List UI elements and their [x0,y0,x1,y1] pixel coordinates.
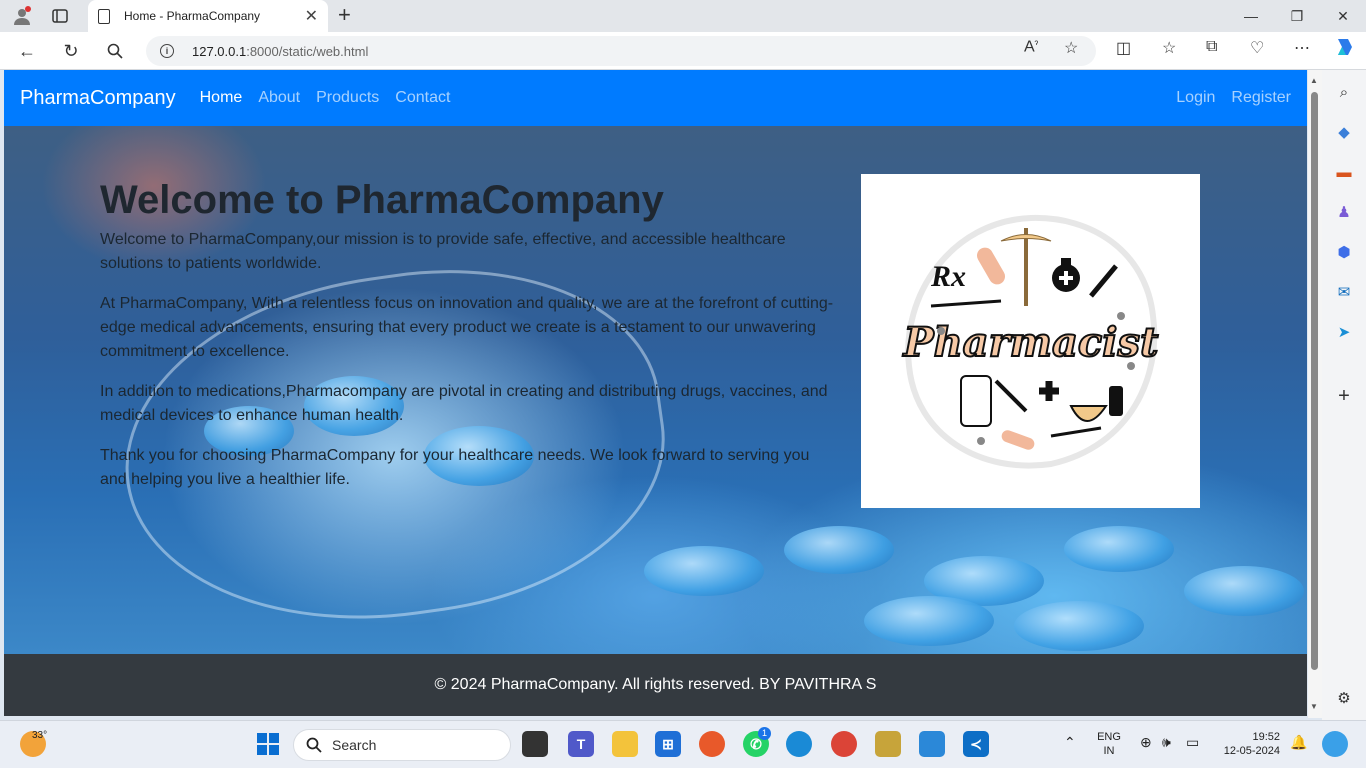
pill-decoration [1014,601,1144,651]
hero-paragraph: Welcome to PharmaCompany,our mission is … [100,231,786,272]
start-icon[interactable] [255,731,281,757]
nav-register[interactable]: Register [1231,89,1291,107]
pill-decoration [784,526,894,574]
page-scrollbar[interactable]: ▲ ▼ [1308,70,1322,718]
read-aloud-icon[interactable]: Aɂ [1024,38,1038,56]
browser-tab-bar: Home - PharmaCompany ✕ + — ❐ ✕ [0,0,1366,32]
nav-login[interactable]: Login [1176,89,1215,107]
browser-tab[interactable]: Home - PharmaCompany ✕ [88,0,328,32]
notification-badge: 1 [758,727,771,740]
more-menu-icon[interactable]: ⋯ [1294,38,1310,58]
pill-decoration [1184,566,1304,616]
favorites-icon[interactable]: ☆ [1162,38,1176,58]
taskbar-search[interactable]: Search [293,729,511,761]
page-icon [98,8,110,24]
site-footer: © 2024 PharmaCompany. All rights reserve… [4,654,1307,716]
language-indicator[interactable]: ENG IN [1096,730,1122,758]
scroll-up-icon[interactable]: ▲ [1310,76,1318,85]
hero-text: Welcome to PharmaCompany Welcome to Phar… [100,176,840,508]
file-explorer-icon[interactable] [612,731,638,757]
hero-heading: Welcome to PharmaCompany [100,178,664,222]
close-tab-icon[interactable]: ✕ [305,6,318,26]
site-info-icon[interactable]: i [160,44,174,58]
clock-date: 12-05-2024 [1223,745,1280,757]
chrome-icon[interactable] [831,731,857,757]
notifications-bell-icon[interactable]: 🔔 [1290,735,1307,749]
pill-decoration [1064,526,1174,572]
url-path: :8000/static/web.html [246,43,369,59]
notes-icon[interactable] [919,731,945,757]
nav-products[interactable]: Products [316,89,379,107]
clock-time: 19:52 [1252,731,1280,743]
hero-section: Welcome to PharmaCompany Welcome to Phar… [4,126,1307,654]
minimize-icon[interactable]: — [1228,0,1274,32]
rx-symbol: Rx [930,260,966,293]
tab-title: Home - PharmaCompany [124,9,261,23]
scroll-down-icon[interactable]: ▼ [1310,702,1318,711]
address-bar: ← ↻ i 127.0.0.1:8000/static/web.html Aɂ … [0,32,1366,70]
search-icon[interactable] [104,40,126,62]
new-tab-icon[interactable]: + [338,4,351,26]
hero-paragraph: At PharmaCompany, With a relentless focu… [100,295,834,360]
drop-icon[interactable]: ➤ [1334,322,1354,342]
pill-decoration [864,596,994,646]
edge-sidebar: ⌕ ◆ ▬ ♟ ⬢ ✉ ➤ + ⚙ [1322,70,1366,720]
edge-icon[interactable] [786,731,812,757]
brand-link[interactable]: PharmaCompany [20,87,176,110]
nav-contact[interactable]: Contact [395,89,450,107]
weather-temp: 33° [32,730,48,741]
network-icon[interactable]: ⊕ [1140,735,1152,749]
pharmacist-image: Rx Pharmacist [861,174,1200,508]
windows-taskbar: 33° Search T ⊞ ✆ 1 ≺ ⌃ ENG IN ⊕ 🕪 ▭ 19:5… [0,720,1366,768]
firefox-icon[interactable] [699,731,725,757]
refresh-icon[interactable]: ↻ [60,40,82,62]
browser-essentials-icon[interactable]: ♡ [1250,38,1264,58]
copilot-icon[interactable] [1332,35,1356,64]
teams-icon[interactable]: T [568,731,594,757]
footer-text: © 2024 PharmaCompany. All rights reserve… [434,676,877,693]
tab-actions-icon[interactable] [48,4,72,28]
m365-icon[interactable]: ⬢ [1334,242,1354,262]
favorite-star-icon[interactable]: ☆ [1064,38,1078,58]
close-window-icon[interactable]: ✕ [1320,0,1366,32]
url-host: 127.0.0.1 [192,43,247,59]
taskbar-search-icon [306,737,322,753]
vscode-icon[interactable]: ≺ [963,731,989,757]
battery-icon[interactable]: ▭ [1186,735,1199,749]
profile-icon[interactable] [10,4,34,28]
back-icon[interactable]: ← [16,40,38,62]
games-icon[interactable]: ♟ [1334,202,1354,222]
nav-home[interactable]: Home [200,89,243,107]
restore-icon[interactable]: ❐ [1274,0,1320,32]
tools-icon[interactable]: ▬ [1334,162,1354,182]
sidebar-settings-icon[interactable]: ⚙ [1334,688,1354,708]
lang-region: IN [1103,745,1115,757]
pill-decoration [644,546,764,596]
copilot-taskbar-icon[interactable] [1322,731,1348,757]
lang-code: ENG [1097,731,1121,743]
hero-paragraph: Thank you for choosing PharmaCompany for… [100,447,810,488]
taskbar-search-placeholder: Search [332,737,377,753]
hero-paragraph: In addition to medications,Pharmacompany… [100,383,828,424]
show-hidden-icons[interactable]: ⌃ [1064,735,1076,749]
store-icon[interactable]: ⊞ [655,731,681,757]
collections-icon[interactable]: ⧉ [1206,38,1217,56]
outlook-icon[interactable]: ✉ [1334,282,1354,302]
volume-icon[interactable]: 🕪 [1162,735,1171,749]
clock[interactable]: 19:52 12-05-2024 [1216,730,1280,758]
split-screen-icon[interactable]: ◫ [1116,38,1131,58]
nav-about[interactable]: About [258,89,300,107]
notepad-icon[interactable] [875,731,901,757]
sidebar-search-icon[interactable]: ⌕ [1334,82,1354,102]
shopping-tag-icon[interactable]: ◆ [1334,122,1354,142]
url-field[interactable]: i 127.0.0.1:8000/static/web.html [146,36,1096,66]
scroll-thumb[interactable] [1311,92,1318,670]
pharmacist-title: Pharmacist [902,319,1158,366]
add-sidebar-icon[interactable]: + [1334,385,1354,407]
web-page: PharmaCompany Home About Products Contac… [4,70,1307,716]
task-view-icon[interactable] [522,731,548,757]
site-navbar: PharmaCompany Home About Products Contac… [4,70,1307,126]
